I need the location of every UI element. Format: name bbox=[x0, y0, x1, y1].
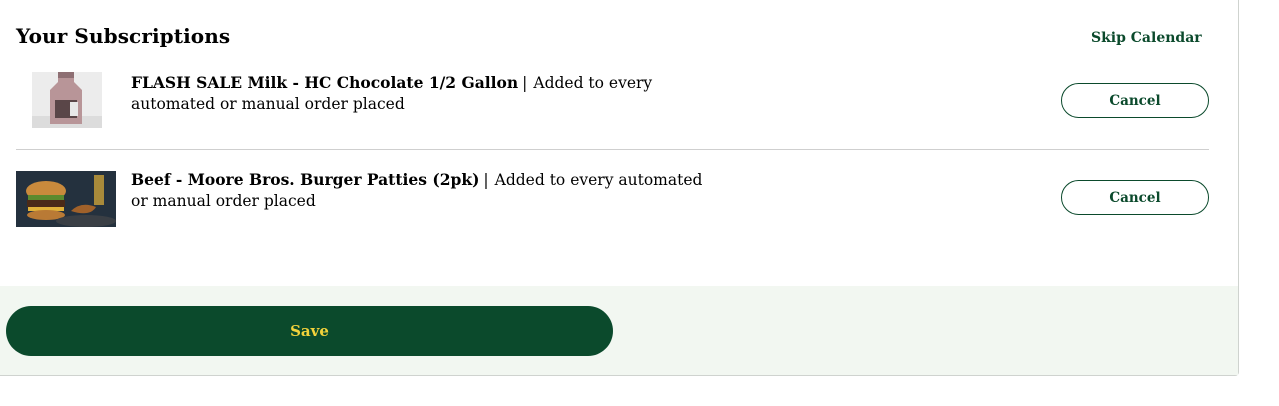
cancel-subscription-button[interactable]: Cancel bbox=[1061, 180, 1209, 215]
cancel-subscription-button[interactable]: Cancel bbox=[1061, 83, 1209, 118]
divider bbox=[16, 149, 1209, 150]
burger-product-image bbox=[16, 171, 116, 227]
subscriptions-panel: Your Subscriptions Skip Calendar FLASH S… bbox=[0, 0, 1239, 376]
footer-bar: Save bbox=[0, 286, 1238, 375]
milk-jug-icon bbox=[32, 72, 102, 128]
frequency-text: Added to every bbox=[533, 74, 653, 92]
product-name[interactable]: FLASH SALE Milk - HC Chocolate 1/2 Gallo… bbox=[131, 73, 518, 92]
subscription-description: Beef - Moore Bros. Burger Patties (2pk) |… bbox=[131, 169, 702, 212]
subscription-description: FLASH SALE Milk - HC Chocolate 1/2 Gallo… bbox=[131, 72, 652, 115]
subscription-item: FLASH SALE Milk - HC Chocolate 1/2 Gallo… bbox=[16, 72, 1209, 132]
page-title: Your Subscriptions bbox=[16, 24, 231, 48]
frequency-text: Added to every automated bbox=[494, 171, 703, 189]
separator: | bbox=[483, 171, 489, 189]
burger-icon bbox=[16, 171, 116, 227]
product-name[interactable]: Beef - Moore Bros. Burger Patties (2pk) bbox=[131, 170, 479, 189]
frequency-text-continued: or manual order placed bbox=[131, 192, 316, 210]
separator: | bbox=[522, 74, 528, 92]
skip-calendar-link[interactable]: Skip Calendar bbox=[1091, 30, 1202, 46]
milk-product-image bbox=[32, 72, 102, 128]
save-button[interactable]: Save bbox=[6, 306, 613, 356]
frequency-text-continued: automated or manual order placed bbox=[131, 95, 405, 113]
subscription-item: Beef - Moore Bros. Burger Patties (2pk) |… bbox=[16, 169, 1209, 229]
